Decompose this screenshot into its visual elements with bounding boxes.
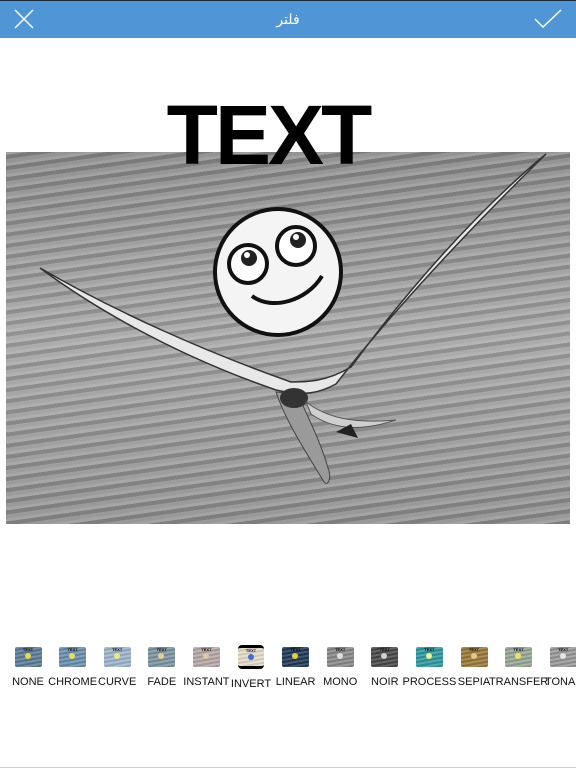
filter-tonal[interactable]: TEXT TONAL <box>533 640 576 688</box>
smiley-sticker[interactable] <box>212 206 344 338</box>
filter-thumbnail: TEXT <box>549 647 576 667</box>
thumbnail-text: TEXT <box>290 647 301 652</box>
thumbnail-text: TEXT <box>335 647 346 652</box>
filter-thumbnail: TEXT <box>282 647 310 667</box>
filter-thumbnail: TEXT <box>59 647 87 667</box>
thumbnail-text: TEXT <box>245 648 257 653</box>
filter-thumbnail: TEXT <box>460 647 488 667</box>
thumbnail-text: TEXT <box>67 647 78 652</box>
thumbnail-smiley <box>248 654 254 660</box>
filter-label: TONAL <box>544 676 576 688</box>
filter-thumbnail: TEXT <box>371 647 399 667</box>
filter-thumbnail: TEXT <box>326 647 354 667</box>
filter-thumbnail: TEXT <box>14 647 42 667</box>
filter-thumbnail: TEXT <box>148 647 176 667</box>
thumbnail-text: TEXT <box>201 647 212 652</box>
filter-strip[interactable]: TEXT NONE TEXT CHROME TEXT CURVE TEXT FA… <box>0 640 576 700</box>
thumbnail-smiley <box>158 653 165 659</box>
thumbnail-text: TEXT <box>379 647 390 652</box>
thumbnail-smiley <box>69 653 76 659</box>
thumbnail-smiley <box>381 653 388 659</box>
thumbnail-text: TEXT <box>112 647 123 652</box>
thumbnail-text: TEXT <box>22 647 34 652</box>
filter-thumbnail: TEXT <box>415 647 443 667</box>
thumbnail-text: TEXT <box>424 647 435 652</box>
thumbnail-smiley <box>292 653 299 659</box>
page-title: فلتر <box>276 11 300 27</box>
thumbnail-text: TEXT <box>468 647 480 652</box>
thumbnail-smiley <box>515 653 522 659</box>
filter-thumbnail: TEXT <box>238 645 264 669</box>
thumbnail-smiley <box>113 653 120 659</box>
thumbnail-smiley <box>24 653 31 659</box>
editor-canvas: TEXT <box>0 38 576 633</box>
thumbnail-smiley <box>336 653 343 659</box>
filter-thumbnail: TEXT <box>192 647 220 667</box>
thumbnail-smiley <box>559 653 566 659</box>
checkmark-icon <box>534 9 562 28</box>
filter-thumbnail: TEXT <box>505 647 533 667</box>
filter-thumbnail: TEXT <box>103 647 131 667</box>
thumbnail-text: TEXT <box>558 647 569 652</box>
top-bar: فلتر <box>0 0 576 38</box>
thumbnail-smiley <box>425 653 432 659</box>
confirm-button[interactable] <box>534 7 562 33</box>
thumbnail-text: TEXT <box>513 647 524 652</box>
thumbnail-text: TEXT <box>156 647 167 652</box>
thumbnail-smiley <box>470 653 477 659</box>
text-sticker[interactable]: TEXT <box>158 93 378 177</box>
thumbnail-smiley <box>202 653 209 659</box>
